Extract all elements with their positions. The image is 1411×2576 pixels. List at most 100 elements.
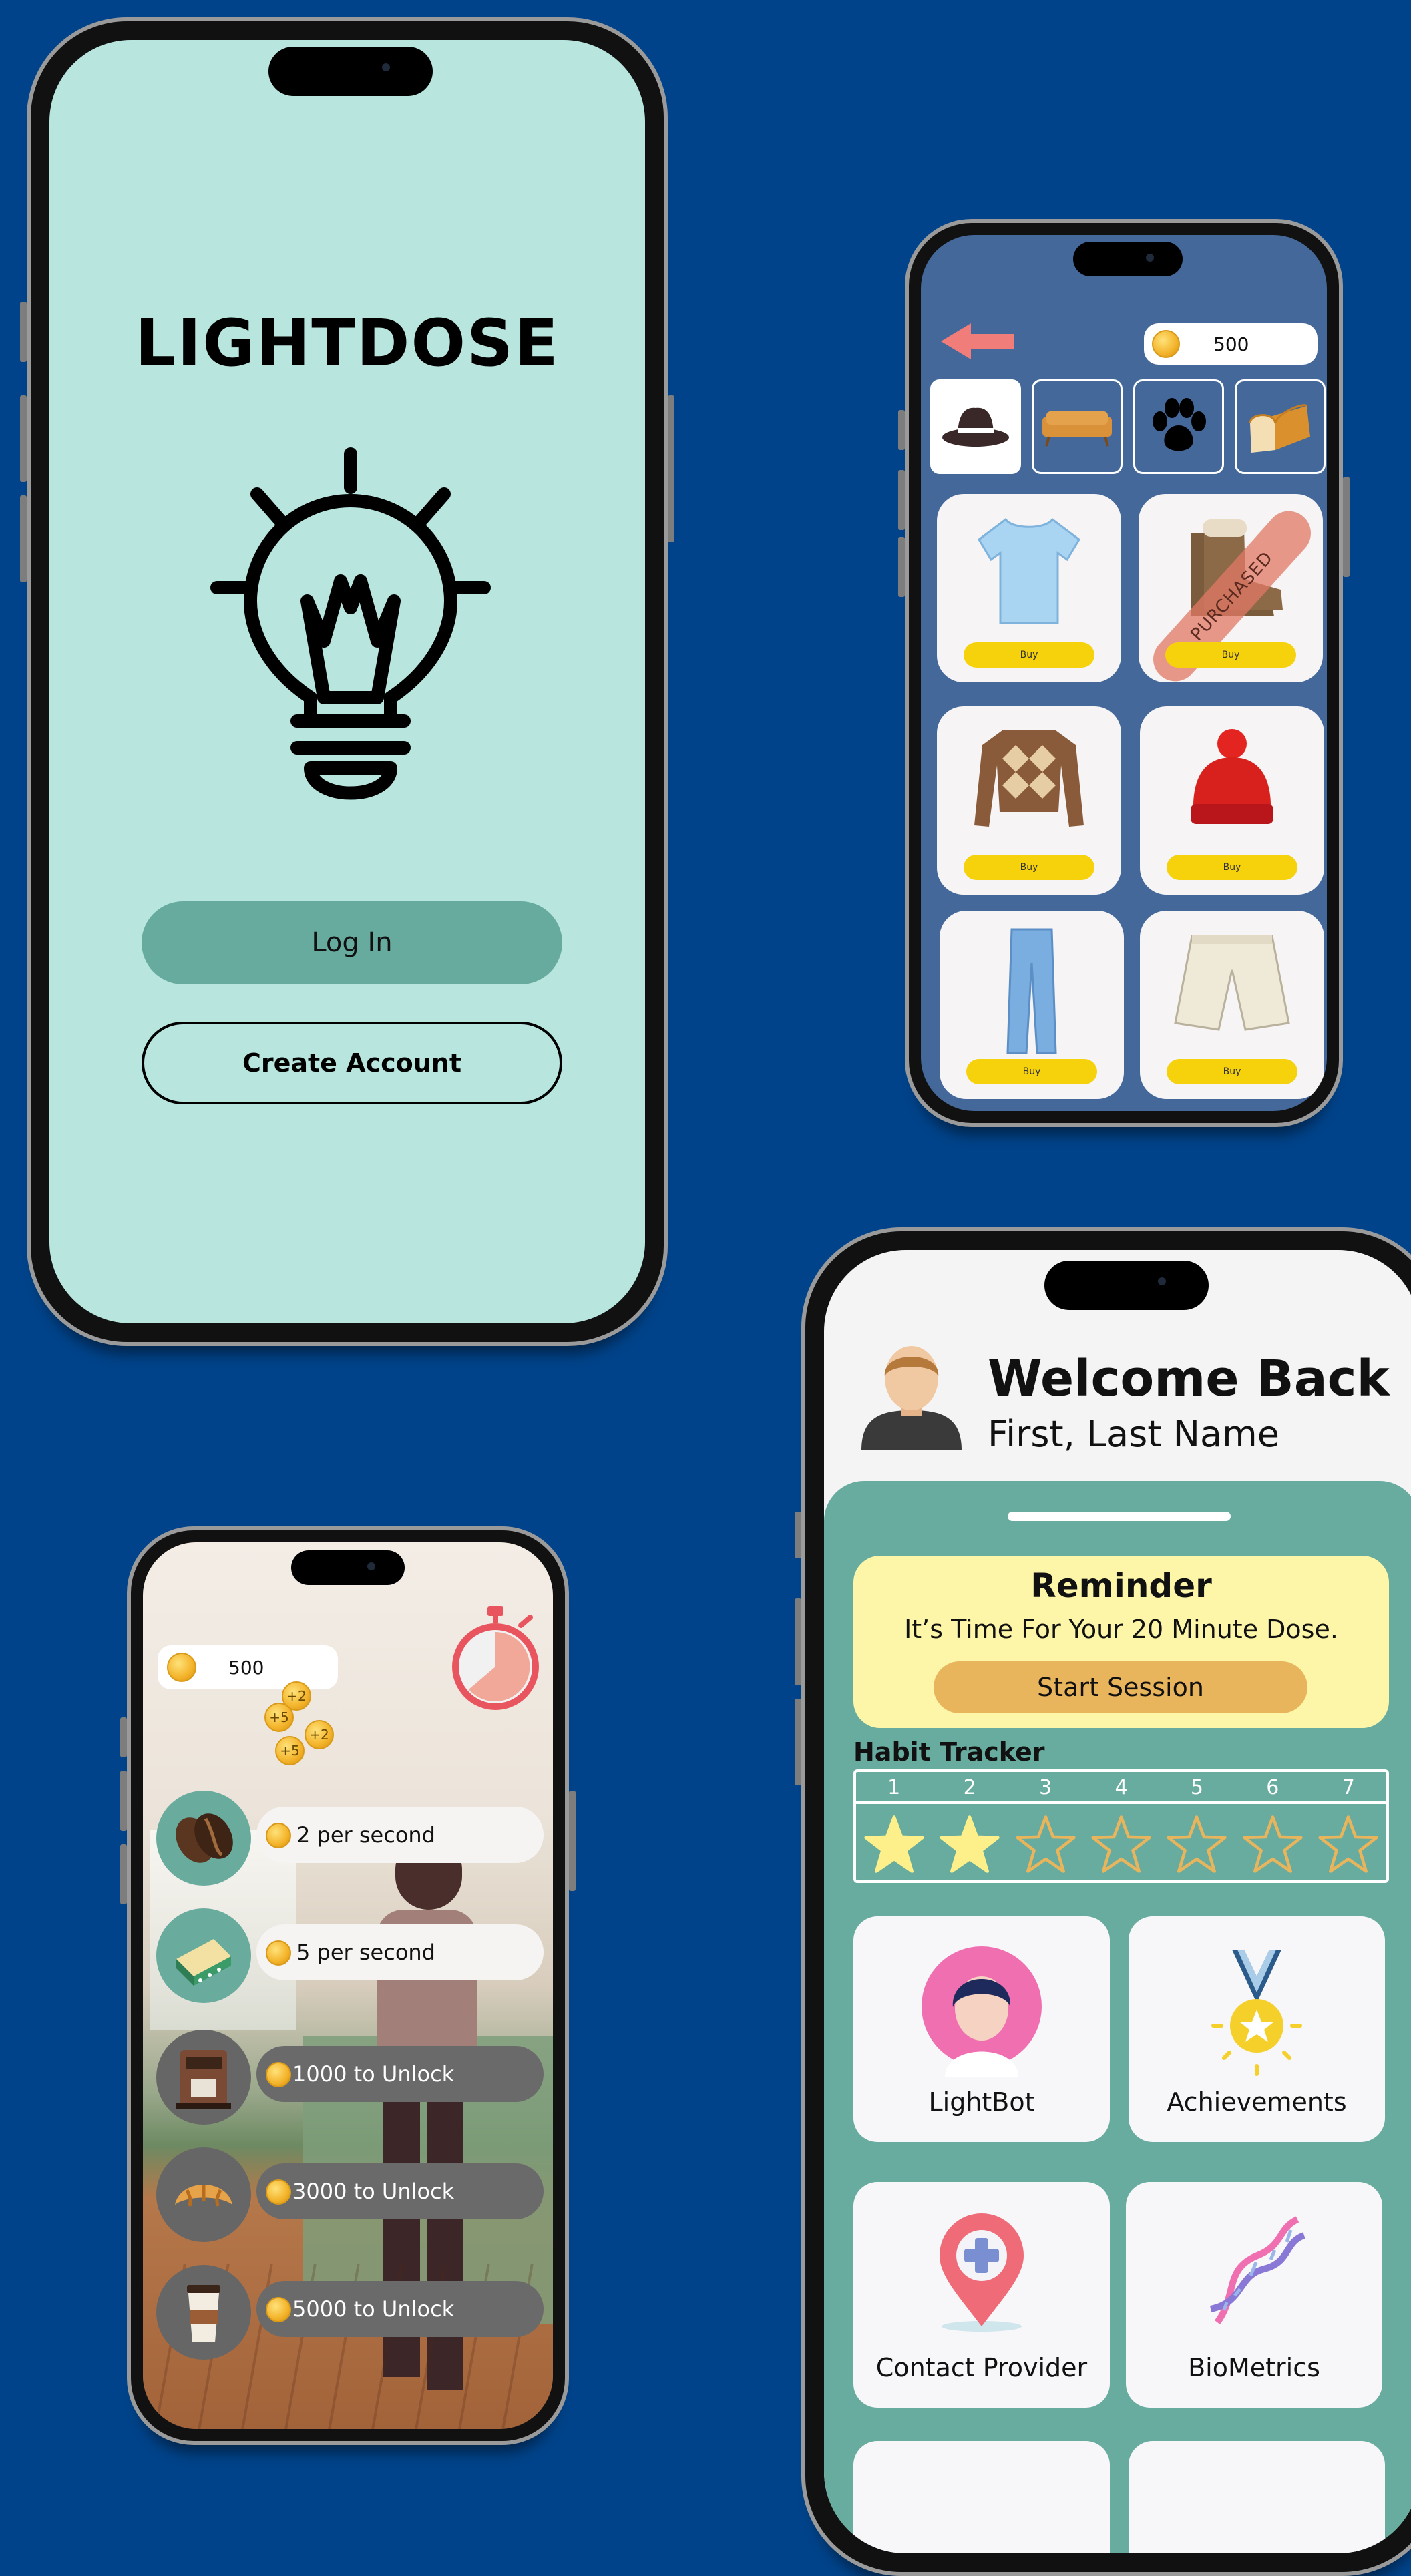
upgrade-label: 3000 to Unlock	[292, 2179, 455, 2204]
reminder-title: Reminder	[1030, 1566, 1212, 1605]
buy-button[interactable]: Buy	[1167, 1059, 1297, 1084]
category-furniture[interactable]	[1032, 379, 1123, 474]
paw-icon	[1153, 398, 1206, 451]
create-account-button[interactable]: Create Account	[142, 1022, 562, 1104]
category-hats[interactable]	[930, 379, 1021, 474]
jeans-icon	[1006, 928, 1057, 1054]
shop-phone: 500 Buy PURCHASED Buy Buy Buy Buy Buy	[898, 219, 1350, 1127]
shop-item-beanie[interactable]: Buy	[1140, 706, 1324, 895]
phone-side-button	[20, 495, 27, 582]
habit-day-number: 5	[1190, 1776, 1203, 1799]
coin-icon	[1152, 330, 1180, 358]
shop-item-shorts[interactable]: Buy	[1140, 911, 1324, 1099]
phone-power-button	[569, 1791, 576, 1891]
buy-button[interactable]: Buy	[966, 1059, 1097, 1084]
upgrade-pill[interactable]: 5 per second	[256, 1924, 544, 1980]
shop-item-boots[interactable]: PURCHASED Buy	[1139, 494, 1323, 690]
tile-label: LightBot	[928, 2087, 1035, 2117]
upgrade-pill[interactable]: 1000 to Unlock	[256, 2046, 544, 2102]
phone-side-button	[795, 1699, 801, 1785]
cake-icon	[176, 1939, 231, 1986]
coin-icon	[266, 2297, 291, 2322]
category-pets[interactable]	[1133, 379, 1224, 474]
upgrade-pill[interactable]: 3000 to Unlock	[256, 2163, 544, 2219]
idle-game-phone: 500 +2 +5 +2 +5 2 per second 5 per secon…	[120, 1526, 576, 2445]
phone-side-button	[120, 1844, 127, 1904]
habit-day-number: 2	[963, 1776, 976, 1799]
tile-lightbot[interactable]: LightBot	[853, 1916, 1110, 2142]
coin-popup: +2	[305, 1720, 334, 1749]
buy-button[interactable]: Buy	[964, 855, 1094, 880]
upgrade-label: 1000 to Unlock	[292, 2061, 455, 2087]
tile-achievements[interactable]: Achievements	[1129, 1916, 1385, 2142]
star-empty-icon[interactable]	[1015, 1813, 1076, 1875]
reminder-card: Reminder It’s Time For Your 20 Minute Do…	[853, 1556, 1389, 1728]
home-screen: Welcome Back First, Last Name Reminder I…	[824, 1250, 1411, 2553]
buy-button[interactable]: Buy	[1165, 642, 1296, 668]
star-empty-icon[interactable]	[1166, 1813, 1227, 1875]
back-arrow-icon[interactable]	[934, 318, 1021, 365]
coin-icon	[266, 2062, 291, 2087]
beanie-icon	[1191, 729, 1273, 824]
login-screen: LIGHTDOSE Log In Create Account	[49, 40, 645, 1323]
medal-icon	[1211, 1950, 1302, 2076]
buy-button[interactable]: Buy	[964, 642, 1094, 668]
star-empty-icon[interactable]	[1318, 1813, 1379, 1875]
tile-empty[interactable]	[853, 2441, 1110, 2553]
phone-side-button	[898, 470, 905, 530]
drag-handle[interactable]	[1008, 1512, 1231, 1521]
buy-button[interactable]: Buy	[1167, 855, 1297, 880]
upgrade-icon-espresso-machine[interactable]	[156, 2030, 251, 2125]
location-pin-icon	[940, 2213, 1024, 2332]
star-filled-icon[interactable]	[863, 1813, 925, 1875]
shop-screen: 500 Buy PURCHASED Buy Buy Buy Buy Buy	[921, 235, 1327, 1111]
upgrade-pill[interactable]: 5000 to Unlock	[256, 2281, 544, 2337]
user-avatar	[861, 1346, 962, 1450]
phone-side-button	[898, 537, 905, 597]
phone-side-button	[795, 1598, 801, 1685]
coin-popup: +5	[264, 1703, 294, 1732]
coin-popup: +5	[275, 1736, 305, 1765]
welcome-heading: Welcome Back	[988, 1350, 1390, 1408]
home-phone: Welcome Back First, Last Name Reminder I…	[795, 1227, 1411, 2576]
timer-icon[interactable]	[449, 1605, 542, 1712]
upgrade-icon-croissant[interactable]	[156, 2147, 251, 2242]
upgrade-icon-coffee-cup[interactable]	[156, 2265, 251, 2360]
category-food[interactable]	[1235, 379, 1326, 474]
star-empty-icon[interactable]	[1242, 1813, 1303, 1875]
tile-label: Contact Provider	[875, 2353, 1088, 2382]
tile-contact-provider[interactable]: Contact Provider	[853, 2182, 1110, 2408]
habit-day-number: 4	[1115, 1776, 1128, 1799]
dna-icon	[1209, 2216, 1305, 2324]
tile-biometrics[interactable]: BioMetrics	[1126, 2182, 1382, 2408]
coffee-bean-icon	[176, 1813, 233, 1863]
habit-tracker: 1 2 3 4 5 6 7	[853, 1769, 1389, 1883]
dynamic-island	[291, 1550, 405, 1585]
sweater-icon	[974, 730, 1084, 827]
phone-side-button	[20, 395, 27, 482]
reminder-message: It’s Time For Your 20 Minute Dose.	[904, 1615, 1338, 1644]
shorts-icon	[1174, 935, 1290, 1031]
star-empty-icon[interactable]	[1090, 1813, 1152, 1875]
user-name: First, Last Name	[988, 1413, 1279, 1455]
shop-item-tshirt[interactable]: Buy	[937, 494, 1121, 682]
tile-label: Achievements	[1167, 2087, 1347, 2117]
phone-side-button	[20, 302, 27, 362]
upgrade-label: 5000 to Unlock	[292, 2296, 455, 2322]
phone-power-button	[1343, 477, 1350, 577]
phone-power-button	[668, 395, 674, 542]
coin-icon	[266, 1940, 291, 1966]
coin-icon	[266, 2179, 291, 2205]
shop-item-sweater[interactable]: Buy	[937, 706, 1121, 895]
espresso-machine-icon	[176, 2050, 231, 2109]
star-filled-icon[interactable]	[939, 1813, 1000, 1875]
upgrade-pill[interactable]: 2 per second	[256, 1807, 544, 1863]
tile-label: BioMetrics	[1188, 2353, 1320, 2382]
login-button[interactable]: Log In	[142, 901, 562, 984]
tile-empty[interactable]	[1129, 2441, 1385, 2553]
habit-day-number: 1	[887, 1776, 901, 1799]
shop-item-jeans[interactable]: Buy	[940, 911, 1124, 1099]
start-session-button[interactable]: Start Session	[934, 1661, 1307, 1713]
upgrade-icon-coffee-bean[interactable]	[156, 1791, 251, 1886]
upgrade-icon-cake[interactable]	[156, 1908, 251, 2003]
